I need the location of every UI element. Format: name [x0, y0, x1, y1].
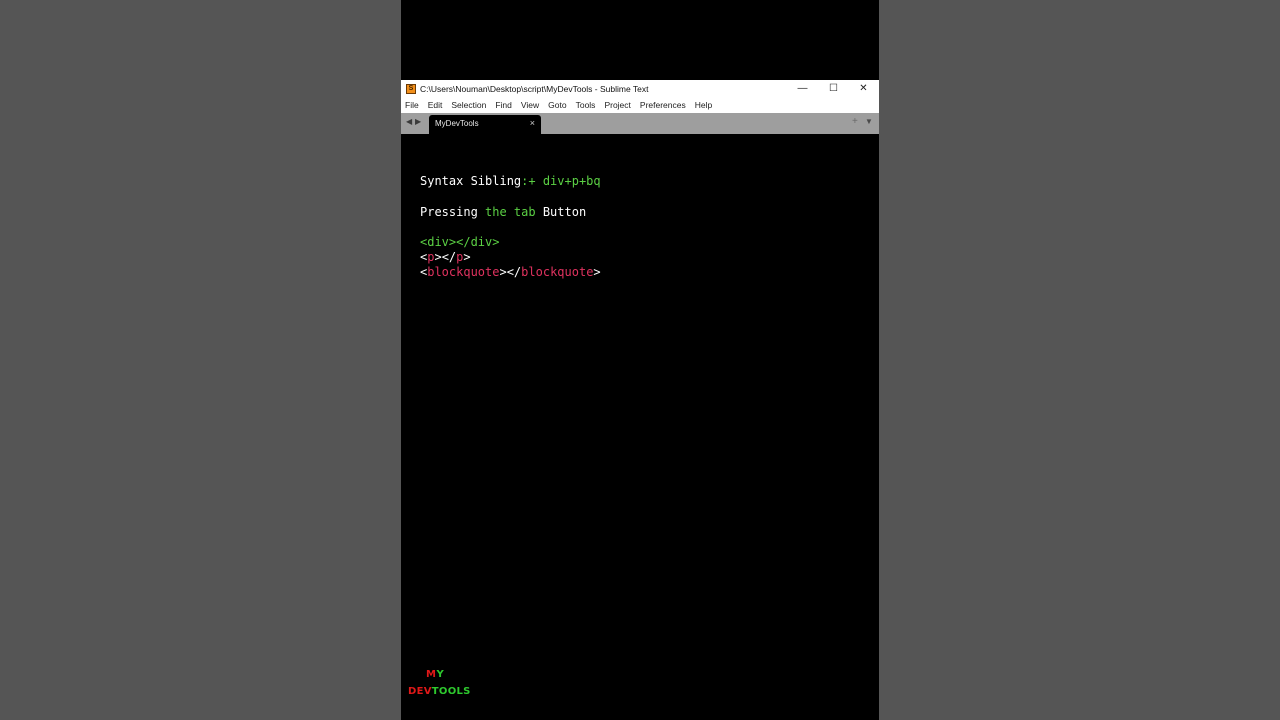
- code-token: blockquote: [521, 265, 594, 279]
- new-tab-icon[interactable]: +: [852, 116, 858, 127]
- logo-devtools: DEVTOOLS: [408, 686, 471, 697]
- code-token: Syntax Sibling: [420, 174, 522, 188]
- menu-edit[interactable]: Edit: [428, 100, 443, 110]
- tab-nav-left-icon[interactable]: ◀: [406, 117, 412, 126]
- sublime-text-icon: S: [406, 83, 416, 94]
- sublime-window: S C:\Users\Nouman\Desktop\script\MyDevTo…: [401, 80, 879, 720]
- editor-area[interactable]: Syntax Sibling:+ div+p+bq Pressing the t…: [401, 134, 879, 720]
- menu-tools[interactable]: Tools: [576, 100, 596, 110]
- menu-goto[interactable]: Goto: [548, 100, 566, 110]
- code-token: the tab: [485, 205, 536, 219]
- menu-project[interactable]: Project: [604, 100, 630, 110]
- logo-letter-m: M: [426, 669, 437, 680]
- minimize-button[interactable]: —: [787, 80, 818, 97]
- tab-bar: ◀ ▶ MyDevTools × + ▼: [401, 113, 879, 134]
- video-frame: S C:\Users\Nouman\Desktop\script\MyDevTo…: [401, 0, 879, 720]
- logo-dev: DEV: [408, 686, 432, 697]
- tab-nav-right-icon[interactable]: ▶: [415, 117, 421, 126]
- menu-view[interactable]: View: [521, 100, 539, 110]
- title-bar: S C:\Users\Nouman\Desktop\script\MyDevTo…: [401, 80, 879, 97]
- code-token: blockquote: [427, 265, 500, 279]
- menu-bar: File Edit Selection Find View Goto Tools…: [401, 97, 879, 113]
- logo-tools: TOOLS: [431, 686, 471, 697]
- code-token: Pressing: [420, 205, 486, 219]
- logo-my: MY: [426, 669, 444, 680]
- maximize-button[interactable]: ☐: [818, 80, 849, 97]
- code-token: Button: [535, 205, 587, 219]
- code-line-blockquote: <blockquote></blockquote>: [420, 265, 601, 279]
- code-token: ></: [499, 265, 522, 279]
- mydevtools-logo: MY DEVTOOLS: [408, 669, 478, 703]
- menu-preferences[interactable]: Preferences: [640, 100, 686, 110]
- tab-mydevtools[interactable]: MyDevTools ×: [429, 115, 541, 134]
- menu-find[interactable]: Find: [495, 100, 512, 110]
- logo-letter-y: Y: [436, 669, 445, 680]
- code-token: ></: [434, 250, 457, 264]
- code-line-syntax: Syntax Sibling:+ div+p+bq: [420, 174, 601, 188]
- close-button[interactable]: ✕: [848, 80, 879, 97]
- tab-menu-icon[interactable]: ▼: [865, 117, 873, 126]
- code-line-div: <div></div>: [420, 235, 499, 249]
- code-token: <div></div>: [420, 235, 500, 249]
- menu-file[interactable]: File: [405, 100, 419, 110]
- tab-close-icon[interactable]: ×: [530, 118, 535, 128]
- menu-help[interactable]: Help: [695, 100, 712, 110]
- tab-label: MyDevTools: [435, 119, 479, 128]
- code-token: >: [463, 250, 471, 264]
- menu-selection[interactable]: Selection: [451, 100, 486, 110]
- code-token: :+ div+p+bq: [521, 174, 601, 188]
- code-line-instruction: Pressing the tab Button: [420, 205, 586, 219]
- code-token: >: [593, 265, 601, 279]
- code-line-p: <p></p>: [420, 250, 471, 264]
- window-title: C:\Users\Nouman\Desktop\script\MyDevTool…: [420, 83, 649, 94]
